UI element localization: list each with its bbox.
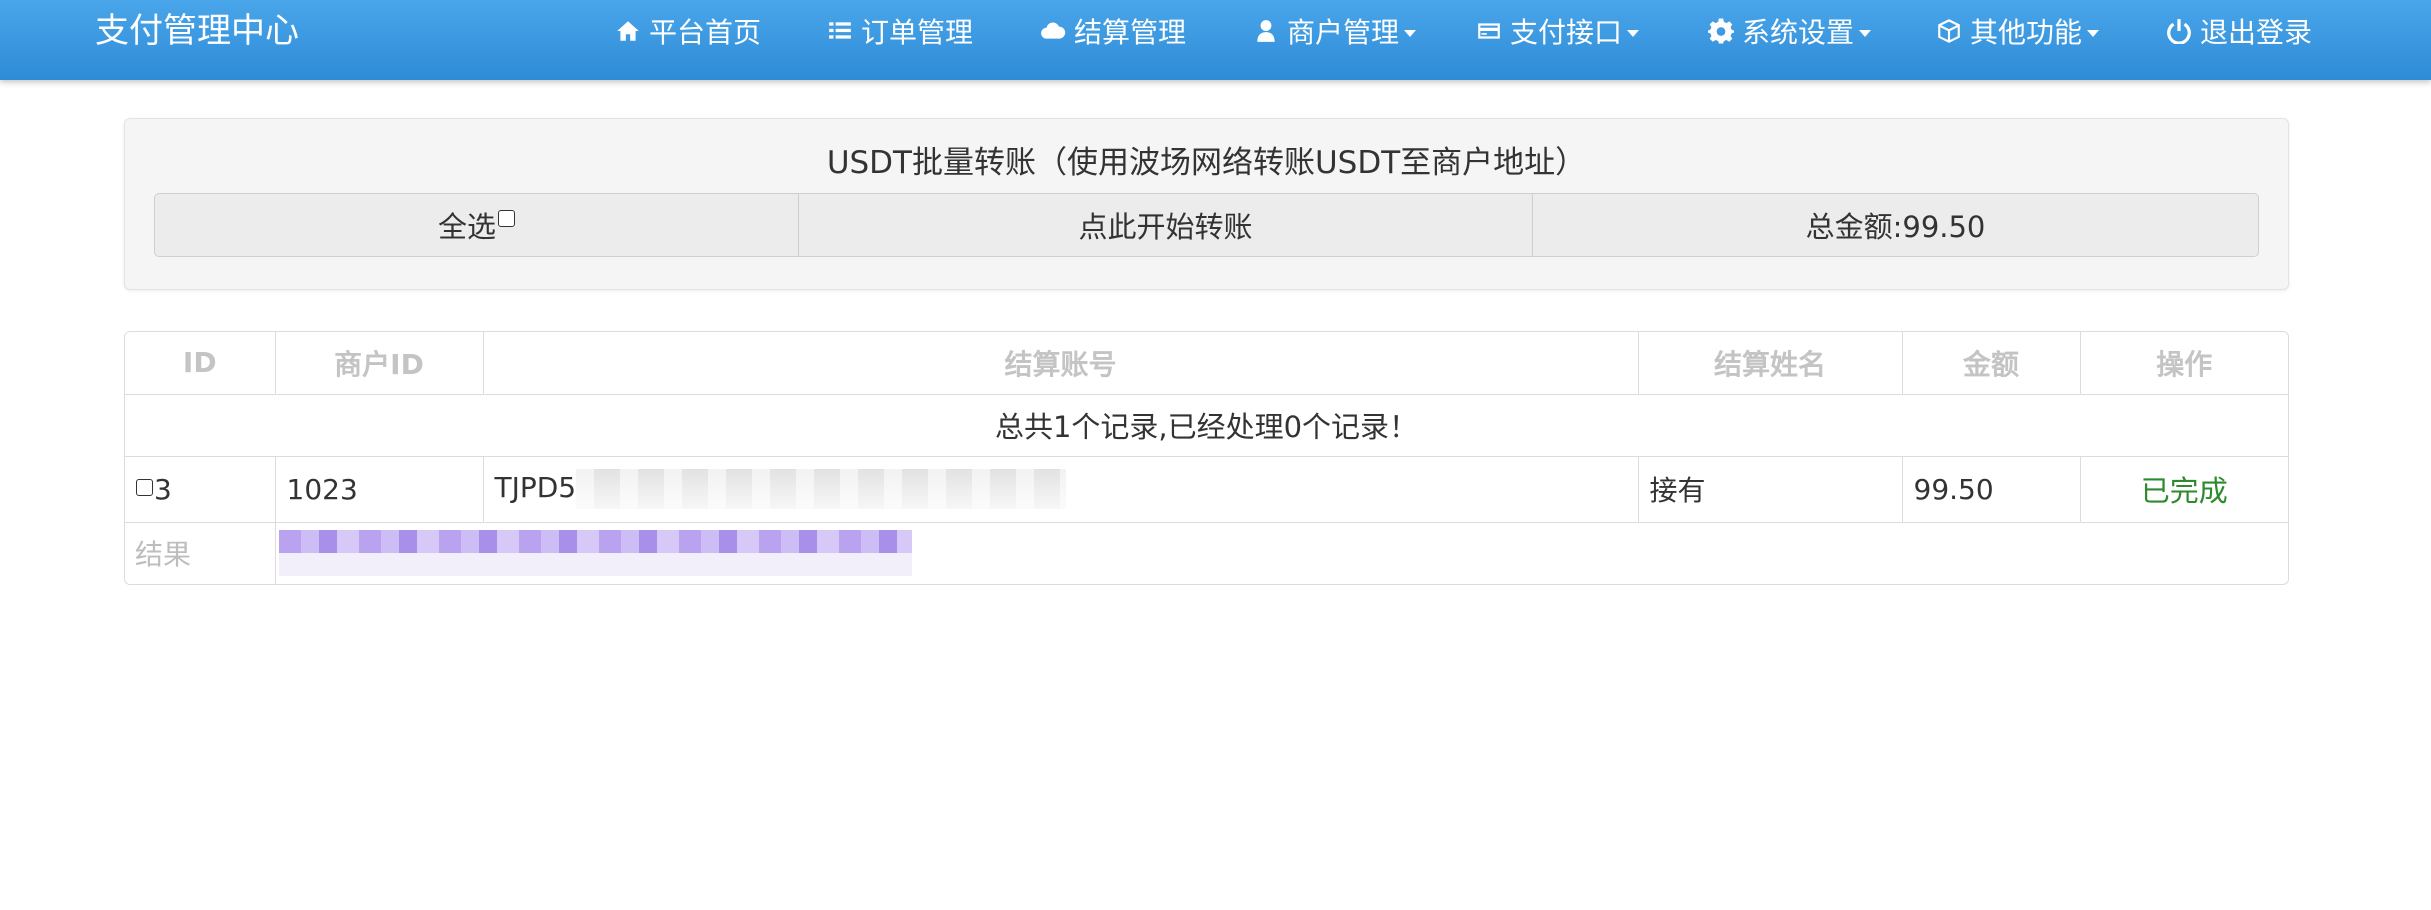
status-cell[interactable]: 已完成 xyxy=(2079,455,2288,523)
nav-settlement[interactable]: 结算管理 xyxy=(1040,0,1186,62)
nav-home[interactable]: 平台首页 xyxy=(615,0,761,62)
nav-payment-interface-label: 支付接口 xyxy=(1510,16,1623,49)
select-all-button[interactable]: 全选 xyxy=(155,194,798,256)
nav-other-functions[interactable]: 其他功能 xyxy=(1936,0,2100,62)
account-cell: TJPD5 xyxy=(482,455,1639,523)
nav-payment-interface[interactable]: 支付接口 xyxy=(1476,0,1640,62)
caret-down-icon xyxy=(1859,29,1872,37)
amount-cell: 99.50 xyxy=(1901,455,2081,523)
select-all-checkbox[interactable] xyxy=(498,209,515,227)
column-header-action[interactable]: 操作 xyxy=(2079,332,2288,395)
nav-merchants-label: 商户管理 xyxy=(1287,16,1400,49)
home-icon xyxy=(617,21,639,41)
panel-title: USDT批量转账（使用波场网络转账USDT至商户地址） xyxy=(826,145,1587,181)
start-transfer-button[interactable]: 点此开始转账 xyxy=(798,194,1532,256)
account-prefix: TJPD5 xyxy=(494,471,577,504)
redacted-account-mosaic xyxy=(576,469,1067,509)
column-header-account[interactable]: 结算账号 xyxy=(482,332,1639,395)
cloud-icon xyxy=(1041,22,1066,39)
row-id: 3 xyxy=(154,472,172,506)
id-cell: 3 xyxy=(125,455,276,523)
column-header-amount[interactable]: 金额 xyxy=(1901,332,2081,395)
caret-down-icon xyxy=(1404,29,1417,37)
caret-down-icon xyxy=(2087,29,2100,37)
nav-merchants[interactable]: 商户管理 xyxy=(1253,0,1417,62)
top-navbar: 支付管理中心 平台首页 订单管理 结算管理 商户管理 支付接口 系统设置 其他功… xyxy=(0,0,2431,80)
credit-card-icon xyxy=(1478,23,1500,39)
nav-logout[interactable]: 退出登录 xyxy=(2166,0,2312,62)
cube-icon xyxy=(1938,19,1960,43)
usdt-transfer-panel: USDT批量转账（使用波场网络转账USDT至商户地址） 全选 点此开始转账 总金… xyxy=(124,118,2289,290)
name-cell: 接有 xyxy=(1637,455,1903,523)
total-amount-button[interactable]: 总金额:99.50 xyxy=(1532,194,2258,256)
column-header-id[interactable]: ID xyxy=(125,332,276,395)
start-transfer-label: 点此开始转账 xyxy=(1078,210,1253,244)
nav-other-functions-label: 其他功能 xyxy=(1970,16,2083,49)
gear-icon xyxy=(1708,18,1734,44)
result-label: 结果 xyxy=(125,521,276,584)
nav-orders[interactable]: 订单管理 xyxy=(827,0,973,62)
record-summary: 总共1个记录,已经处理0个记录！ xyxy=(125,393,2288,457)
result-row: 结果 xyxy=(125,521,2288,584)
merchant-id-cell: 1023 xyxy=(274,455,484,523)
total-amount-label: 总金额:99.50 xyxy=(1805,210,1986,244)
nav-system-settings-label: 系统设置 xyxy=(1742,16,1855,49)
settlement-table: ID 商户ID 结算账号 结算姓名 金额 操作 总共1个记录,已经处理0个记录！… xyxy=(124,331,2289,585)
nav-logout-label: 退出登录 xyxy=(2200,16,2313,49)
nav-orders-label: 订单管理 xyxy=(861,16,974,49)
table-row: 3 1023 TJPD5 接有 99.50 已完成 xyxy=(125,455,2288,523)
column-header-merchant-id[interactable]: 商户ID xyxy=(274,332,484,395)
result-value-cell xyxy=(274,521,2288,584)
table-header-row: ID 商户ID 结算账号 结算姓名 金额 操作 xyxy=(125,332,2288,395)
power-icon xyxy=(2167,19,2191,44)
transfer-button-group: 全选 点此开始转账 总金额:99.50 xyxy=(154,193,2259,257)
brand-title[interactable]: 支付管理中心 xyxy=(95,0,299,62)
nav-settlement-label: 结算管理 xyxy=(1074,16,1187,49)
caret-down-icon xyxy=(1627,29,1640,37)
nav-home-label: 平台首页 xyxy=(649,16,762,49)
list-icon xyxy=(829,22,851,39)
user-icon xyxy=(1257,20,1275,42)
row-checkbox[interactable] xyxy=(136,479,153,496)
summary-row: 总共1个记录,已经处理0个记录！ xyxy=(125,393,2288,457)
redacted-result-mosaic xyxy=(278,530,912,577)
select-all-label: 全选 xyxy=(437,210,496,244)
column-header-name[interactable]: 结算姓名 xyxy=(1637,332,1903,395)
nav-system-settings[interactable]: 系统设置 xyxy=(1708,0,1872,62)
